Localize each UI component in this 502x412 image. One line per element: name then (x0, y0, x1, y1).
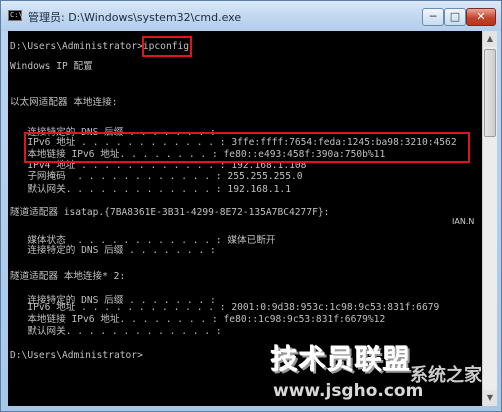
highlight-command-box (142, 36, 192, 57)
scroll-up-arrow-icon[interactable]: ▲ (483, 31, 497, 47)
watermark-side-text: IAN.N (452, 217, 475, 226)
cmd-icon: C:\ (8, 10, 23, 21)
console-line: 以太网适配器 本地连接: (10, 97, 118, 108)
minimize-button[interactable]: ─ (422, 8, 444, 26)
console-line: 隧道适配器 isatap.{7BA8361E-3B31-4299-8E72-13… (10, 207, 330, 218)
console-line: Windows IP 配置 (10, 61, 93, 72)
highlight-ipv6-box (24, 132, 470, 163)
console-line: 隧道适配器 本地连接* 2: (10, 271, 126, 282)
console-line: D:\Users\Administrator> (10, 350, 143, 361)
console-line: 连接特定的 DNS 后缀 . . . . . . . : (10, 245, 216, 256)
scroll-down-arrow-icon[interactable]: ▼ (483, 390, 497, 406)
console-line: 默认网关. . . . . . . . . . . . . : 192.168.… (10, 184, 291, 195)
console-line: 默认网关. . . . . . . . . . . . . : (10, 326, 222, 337)
title-bar[interactable]: C:\ 管理员: D:\Windows\system32\cmd.exe ─ □… (1, 1, 501, 31)
watermark-url: www.jsgho.com (273, 381, 424, 401)
cmd-window: C:\ 管理员: D:\Windows\system32\cmd.exe ─ □… (0, 0, 502, 412)
watermark-brand: 技术员联盟 (271, 345, 411, 376)
close-button[interactable]: ✕ (466, 8, 496, 26)
maximize-button[interactable]: □ (444, 8, 466, 26)
vertical-scrollbar[interactable]: ▲ ▼ (482, 31, 497, 406)
console-line: 子网掩码 . . . . . . . . . . . . : 255.255.2… (10, 171, 303, 182)
window-title: 管理员: D:\Windows\system32\cmd.exe (28, 11, 242, 24)
scrollbar-thumb[interactable] (484, 49, 496, 137)
